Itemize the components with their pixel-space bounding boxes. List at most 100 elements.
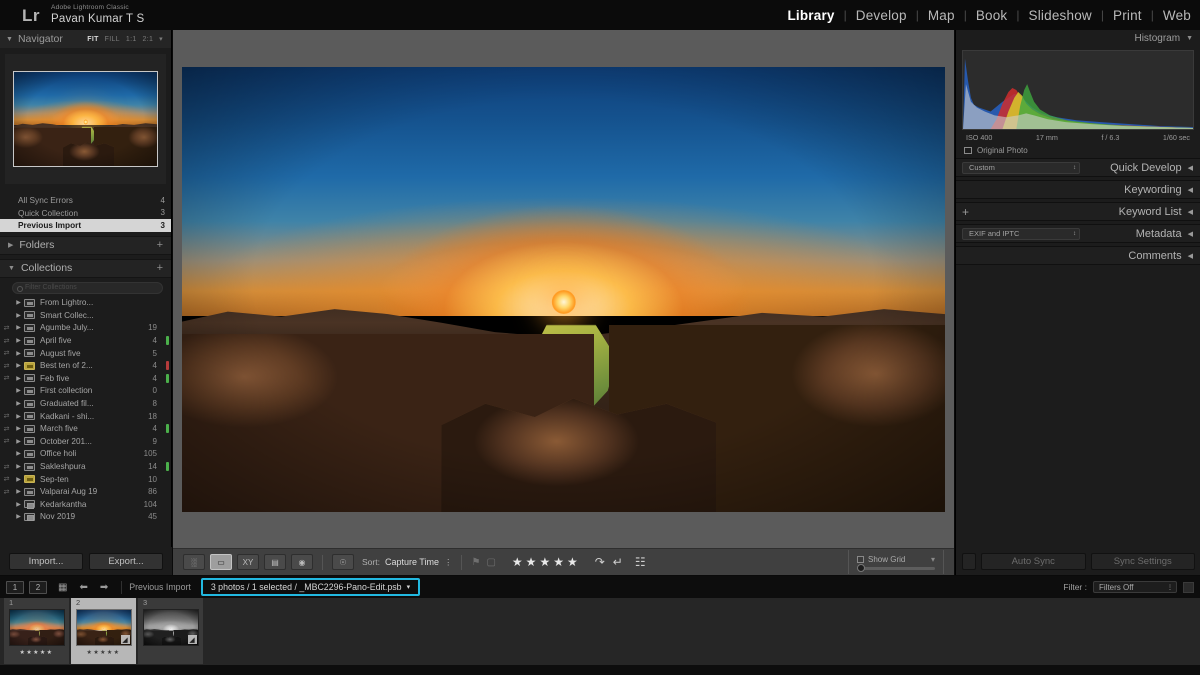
collection-row[interactable]: ⇄▶Valparai Aug 1986 <box>0 485 171 498</box>
navigator-zoom-[interactable]: ▾ <box>159 35 163 43</box>
preset-dropdown[interactable]: EXIF and IPTC↕ <box>962 228 1080 240</box>
panel-quick-develop[interactable]: Custom↕Quick Develop◀ <box>956 158 1200 177</box>
sync-icon[interactable]: ⇄ <box>0 374 13 382</box>
star-5[interactable]: ★ <box>567 555 579 569</box>
show-grid-checkbox[interactable] <box>857 556 864 563</box>
module-library[interactable]: Library <box>778 8 843 23</box>
collection-row[interactable]: ▶From Lightro... <box>0 297 171 310</box>
collection-row[interactable]: ⇄▶Agumbe July...19 <box>0 322 171 335</box>
panel-metadata[interactable]: EXIF and IPTC↕Metadata◀ <box>956 224 1200 243</box>
flag-reject-icon[interactable]: ▢ <box>486 557 495 568</box>
triangle-right-icon[interactable]: ▶ <box>13 450 24 457</box>
triangle-right-icon[interactable]: ▶ <box>13 488 24 495</box>
arrow-left-icon[interactable]: ⬅ <box>79 582 87 593</box>
navigator-zoom-fit[interactable]: FIT <box>87 36 98 43</box>
rotate-left-icon[interactable]: ↷ <box>595 555 605 569</box>
show-grid-control[interactable]: Show Grid ▾ <box>848 550 944 574</box>
sort-value[interactable]: Capture Time <box>385 557 439 567</box>
plus-icon[interactable]: + <box>157 239 163 251</box>
triangle-right-icon[interactable]: ▶ <box>13 375 24 382</box>
navigator-header[interactable]: ▼ Navigator FITFILL1:12:1▾ <box>0 30 171 48</box>
thumbnail-image[interactable] <box>9 609 65 646</box>
thumbnail-rating[interactable]: ★★★★★ <box>20 649 54 656</box>
collection-row[interactable]: ⇄▶Sep-ten10 <box>0 473 171 486</box>
triangle-right-icon[interactable]: ▶ <box>8 241 13 249</box>
module-web[interactable]: Web <box>1154 8 1200 23</box>
collections-list[interactable]: ▶From Lightro...▶Smart Collec...⇄▶Agumbe… <box>0 297 171 545</box>
sync-settings-button[interactable]: Sync Settings <box>1091 553 1196 570</box>
collection-row[interactable]: ▶Kedarkantha104 <box>0 498 171 511</box>
module-slideshow[interactable]: Slideshow <box>1020 8 1101 23</box>
sync-icon[interactable]: ⇄ <box>0 463 13 471</box>
rotate-right-icon[interactable]: ↵ <box>613 555 623 569</box>
collection-row[interactable]: ⇄▶March five4 <box>0 422 171 435</box>
histogram-header[interactable]: Histogram ▼ <box>956 30 1200 47</box>
display-1-button[interactable]: 1 <box>6 581 24 594</box>
navigator-zoom-fill[interactable]: FILL <box>105 36 120 43</box>
triangle-right-icon[interactable]: ▶ <box>13 362 24 369</box>
grid-size-slider[interactable] <box>857 567 935 570</box>
navigator-preview[interactable] <box>5 54 166 184</box>
rating-stars[interactable]: ★★★★★ <box>512 555 579 569</box>
loupe-view-icon[interactable]: ▭ <box>210 554 232 570</box>
triangle-right-icon[interactable]: ▶ <box>13 400 24 407</box>
main-photo[interactable] <box>182 67 945 512</box>
filmstrip-thumbnail[interactable]: 3◢ <box>138 598 203 664</box>
sync-icon[interactable]: ⇄ <box>0 488 13 496</box>
folders-section[interactable]: ▶ Folders + <box>0 236 171 255</box>
flag-pick-icon[interactable]: ⚑ <box>471 557 480 568</box>
original-photo-checkbox[interactable] <box>964 147 972 154</box>
collection-row[interactable]: ▶Nov 201945 <box>0 511 171 524</box>
triangle-left-icon[interactable]: ◀ <box>1188 164 1193 172</box>
identity-plate[interactable]: Adobe Lightroom Classic Pavan Kumar T S <box>51 5 144 25</box>
triangle-down-icon[interactable]: ▼ <box>1186 35 1193 42</box>
plus-icon[interactable]: + <box>157 262 163 274</box>
panel-comments[interactable]: Comments◀ <box>956 246 1200 265</box>
sync-icon[interactable]: ⇄ <box>0 337 13 345</box>
collections-filter-input[interactable]: Filter Collections <box>12 282 163 294</box>
catalog-item[interactable]: Previous Import3 <box>0 219 171 232</box>
collection-row[interactable]: ⇄▶August five5 <box>0 347 171 360</box>
filmstrip-thumbnail[interactable]: 1★★★★★ <box>4 598 69 664</box>
panel-keywording[interactable]: Keywording◀ <box>956 180 1200 199</box>
triangle-right-icon[interactable]: ▶ <box>13 337 24 344</box>
star-2[interactable]: ★ <box>526 555 538 569</box>
collection-row[interactable]: ▶Office holi105 <box>0 448 171 461</box>
plus-icon[interactable]: + <box>962 205 969 219</box>
grid-icon[interactable]: ▦ <box>58 582 67 593</box>
triangle-right-icon[interactable]: ▶ <box>13 324 24 331</box>
triangle-right-icon[interactable]: ▶ <box>13 463 24 470</box>
module-map[interactable]: Map <box>919 8 964 23</box>
sync-icon[interactable]: ⇄ <box>0 437 13 445</box>
catalog-item[interactable]: Quick Collection3 <box>0 207 171 220</box>
filmstrip[interactable]: 1★★★★★2◢★★★★★3◢ <box>0 598 1200 675</box>
sync-icon[interactable]: ⇄ <box>0 412 13 420</box>
slider-knob[interactable] <box>857 564 865 572</box>
display-2-button[interactable]: 2 <box>29 581 47 594</box>
original-photo-toggle[interactable]: Original Photo <box>956 142 1200 155</box>
chevron-down-icon[interactable]: ▾ <box>407 583 411 591</box>
spray-can-icon[interactable]: ☉ <box>332 554 354 570</box>
thumbnail-image[interactable]: ◢ <box>143 609 199 646</box>
module-develop[interactable]: Develop <box>847 8 916 23</box>
loupe-view[interactable] <box>173 30 954 548</box>
triangle-right-icon[interactable]: ▶ <box>13 387 24 394</box>
grid-view-icon[interactable]: ░ <box>183 554 205 570</box>
collection-row[interactable]: ▶Graduated fil...8 <box>0 397 171 410</box>
triangle-left-icon[interactable]: ◀ <box>1188 252 1193 260</box>
histogram-graph[interactable] <box>962 50 1194 130</box>
module-print[interactable]: Print <box>1104 8 1151 23</box>
sync-icon[interactable]: ⇄ <box>0 475 13 483</box>
collection-row[interactable]: ⇄▶April five4 <box>0 334 171 347</box>
preset-dropdown[interactable]: Custom↕ <box>962 162 1080 174</box>
triangle-right-icon[interactable]: ▶ <box>13 513 24 520</box>
filter-options-button[interactable] <box>1183 582 1194 593</box>
selection-info[interactable]: 3 photos / 1 selected / _MBC2296-Pano-Ed… <box>201 578 420 596</box>
collection-row[interactable]: ⇄▶Best ten of 2...4 <box>0 359 171 372</box>
panel-keyword-list[interactable]: +Keyword List◀ <box>956 202 1200 221</box>
navigator-zoom-21[interactable]: 2:1 <box>143 36 154 43</box>
triangle-left-icon[interactable]: ◀ <box>1188 230 1193 238</box>
sync-icon[interactable]: ⇄ <box>0 349 13 357</box>
triangle-right-icon[interactable]: ▶ <box>13 425 24 432</box>
triangle-right-icon[interactable]: ▶ <box>13 299 24 306</box>
